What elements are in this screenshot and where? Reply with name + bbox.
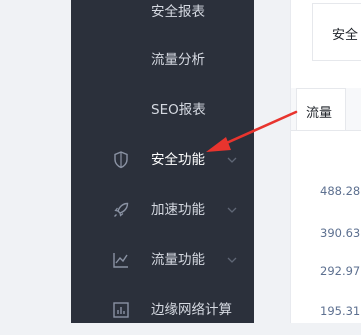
annotation-arrow: [206, 110, 298, 152]
